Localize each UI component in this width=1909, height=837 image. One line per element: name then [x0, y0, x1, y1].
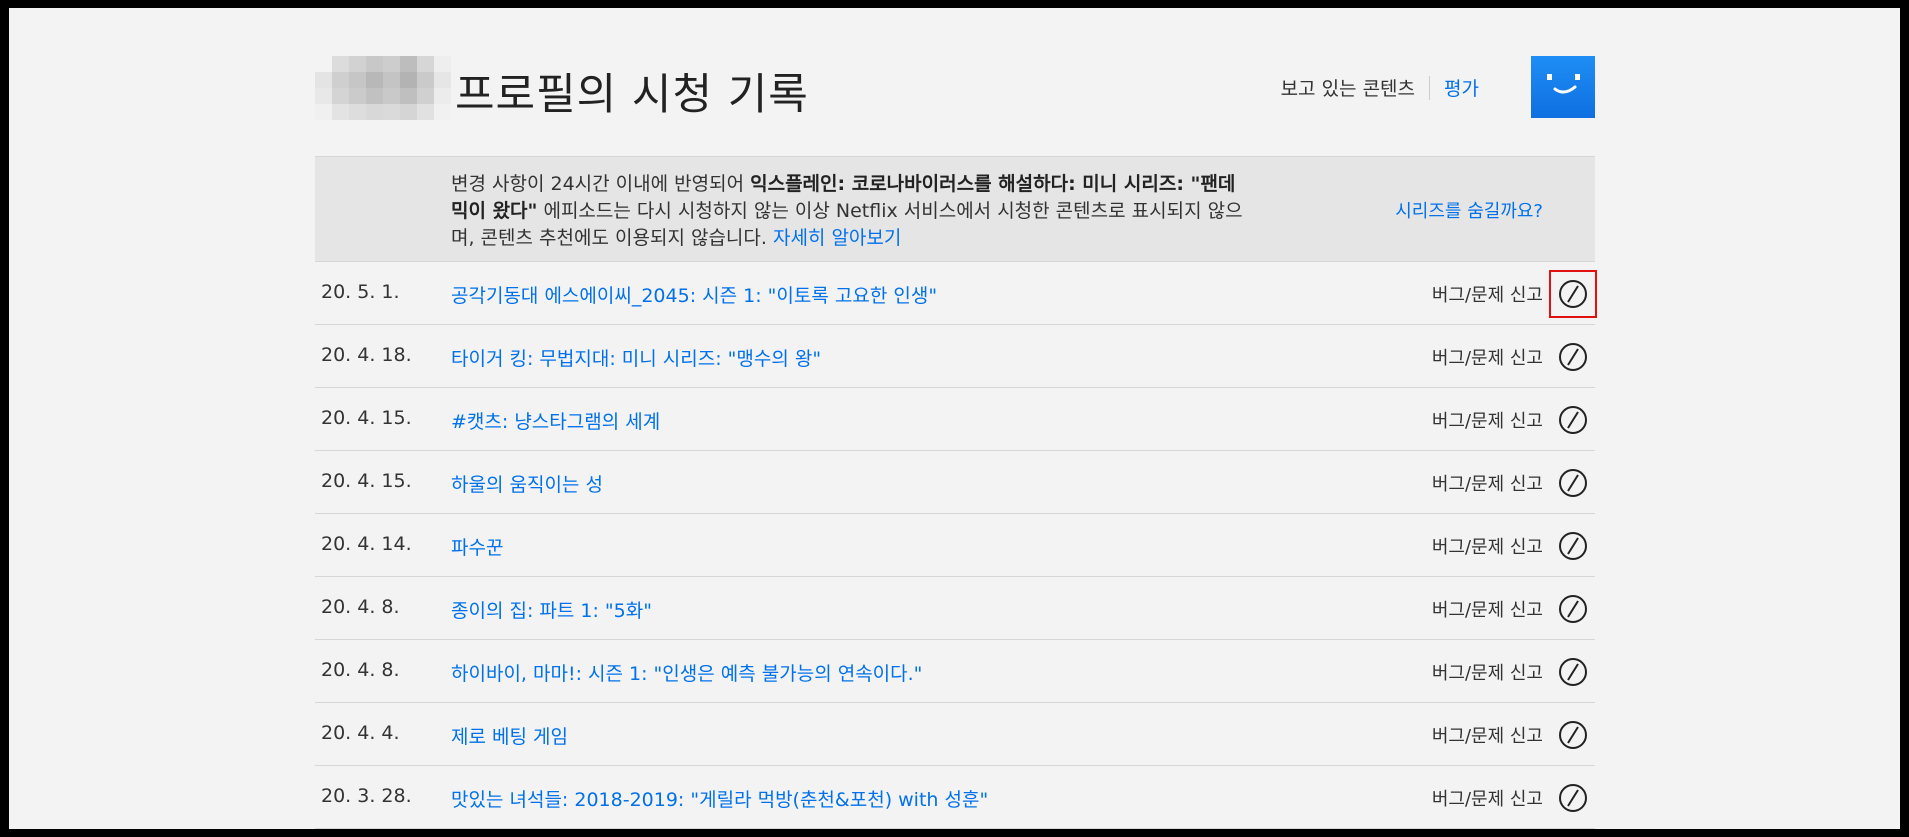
- report-problem-link[interactable]: 버그/문제 신고: [1432, 533, 1543, 559]
- history-title-link[interactable]: 하이바이, 마마!: 시즌 1: "인생은 예측 불가능의 연속이다.": [451, 659, 922, 686]
- history-title-link[interactable]: 파수꾼: [451, 533, 503, 560]
- history-row: 20. 4. 15. #캣츠: 냥스타그램의 세계 버그/문제 신고: [315, 388, 1595, 451]
- report-problem-link[interactable]: 버그/문제 신고: [1432, 470, 1543, 496]
- hide-notice-banner: 변경 사항이 24시간 이내에 반영되어 익스플레인: 코로나바이러스를 해설하…: [315, 156, 1595, 262]
- history-date: 20. 4. 8.: [321, 659, 400, 681]
- profile-name-pixelated: [315, 56, 451, 120]
- history-date: 20. 4. 4.: [321, 722, 400, 744]
- viewing-activity-container: 프로필의 시청 기록 보고 있는 콘텐츠 평가 변경 사항이 24시간 이내에 …: [315, 8, 1597, 829]
- notice-text-prefix: 변경 사항이 24시간 이내에 반영되어: [451, 173, 751, 195]
- history-row: 20. 4. 4. 제로 베팅 게임 버그/문제 신고: [315, 703, 1595, 766]
- page-viewport: 프로필의 시청 기록 보고 있는 콘텐츠 평가 변경 사항이 24시간 이내에 …: [9, 8, 1900, 829]
- history-row: 20. 5. 1. 공각기동대 에스에이씨_2045: 시즌 1: "이토록 고요…: [315, 262, 1597, 325]
- nav-watching-label: 보고 있는 콘텐츠: [1280, 78, 1416, 100]
- report-problem-link[interactable]: 버그/문제 신고: [1432, 785, 1543, 811]
- history-title-link[interactable]: 제로 베팅 게임: [451, 722, 568, 749]
- report-problem-link[interactable]: 버그/문제 신고: [1432, 407, 1543, 433]
- history-title-link[interactable]: 맛있는 녀석들: 2018-2019: "게릴라 먹방(춘천&포천) with …: [451, 785, 988, 812]
- notice-text: 변경 사항이 24시간 이내에 반영되어 익스플레인: 코로나바이러스를 해설하…: [451, 171, 1251, 252]
- hide-from-history-icon[interactable]: [1557, 593, 1589, 625]
- hide-from-history-icon[interactable]: [1557, 404, 1589, 436]
- history-date: 20. 4. 15.: [321, 407, 412, 429]
- history-title-link[interactable]: #캣츠: 냥스타그램의 세계: [451, 407, 660, 434]
- nav-ratings-link[interactable]: 평가: [1444, 74, 1479, 101]
- history-date: 20. 4. 8.: [321, 596, 400, 618]
- smiley-face-icon: [1547, 74, 1580, 94]
- history-row: 20. 4. 8. 하이바이, 마마!: 시즌 1: "인생은 예측 불가능의 연…: [315, 640, 1595, 703]
- history-title-link[interactable]: 하울의 움직이는 성: [451, 470, 603, 497]
- hide-from-history-icon[interactable]: [1557, 341, 1589, 373]
- history-date: 20. 5. 1.: [321, 281, 400, 303]
- history-row: 20. 4. 14. 파수꾼 버그/문제 신고: [315, 514, 1595, 577]
- hide-from-history-icon[interactable]: [1557, 467, 1589, 499]
- history-row: 20. 3. 28. 맛있는 녀석들: 2018-2019: "게릴라 먹방(춘천…: [315, 766, 1595, 829]
- history-date: 20. 3. 28.: [321, 785, 412, 807]
- header-nav: 보고 있는 콘텐츠 평가: [1281, 74, 1479, 101]
- hide-from-history-icon[interactable]: [1549, 270, 1597, 318]
- history-row: 20. 4. 18. 타이거 킹: 무법지대: 미니 시리즈: "맹수의 왕" 버그…: [315, 325, 1595, 388]
- history-date: 20. 4. 14.: [321, 533, 412, 555]
- hide-from-history-icon[interactable]: [1557, 782, 1589, 814]
- history-date: 20. 4. 18.: [321, 344, 412, 366]
- report-problem-link[interactable]: 버그/문제 신고: [1432, 596, 1543, 622]
- history-row: 20. 4. 15. 하울의 움직이는 성 버그/문제 신고: [315, 451, 1595, 514]
- profile-avatar[interactable]: [1531, 56, 1595, 118]
- history-title-link[interactable]: 종이의 집: 파트 1: "5화": [451, 596, 652, 623]
- history-row: 20. 4. 8. 종이의 집: 파트 1: "5화" 버그/문제 신고: [315, 577, 1595, 640]
- history-date: 20. 4. 15.: [321, 470, 412, 492]
- learn-more-link[interactable]: 자세히 알아보기: [773, 227, 901, 249]
- report-problem-link[interactable]: 버그/문제 신고: [1432, 722, 1543, 748]
- page-header: 프로필의 시청 기록 보고 있는 콘텐츠 평가: [315, 8, 1595, 156]
- hide-from-history-icon[interactable]: [1557, 530, 1589, 562]
- history-title-link[interactable]: 공각기동대 에스에이씨_2045: 시즌 1: "이토록 고요한 인생": [451, 281, 937, 308]
- hide-from-history-icon[interactable]: [1557, 656, 1589, 688]
- history-title-link[interactable]: 타이거 킹: 무법지대: 미니 시리즈: "맹수의 왕": [451, 344, 821, 371]
- page-title: 프로필의 시청 기록: [455, 70, 809, 120]
- report-problem-link[interactable]: 버그/문제 신고: [1432, 281, 1543, 307]
- nav-divider: [1429, 75, 1431, 100]
- report-problem-link[interactable]: 버그/문제 신고: [1432, 344, 1543, 370]
- hide-from-history-icon[interactable]: [1557, 719, 1589, 751]
- viewing-history-list: 20. 5. 1. 공각기동대 에스에이씨_2045: 시즌 1: "이토록 고요…: [315, 262, 1597, 829]
- hide-series-link[interactable]: 시리즈를 숨길까요?: [1395, 197, 1543, 223]
- report-problem-link[interactable]: 버그/문제 신고: [1432, 659, 1543, 685]
